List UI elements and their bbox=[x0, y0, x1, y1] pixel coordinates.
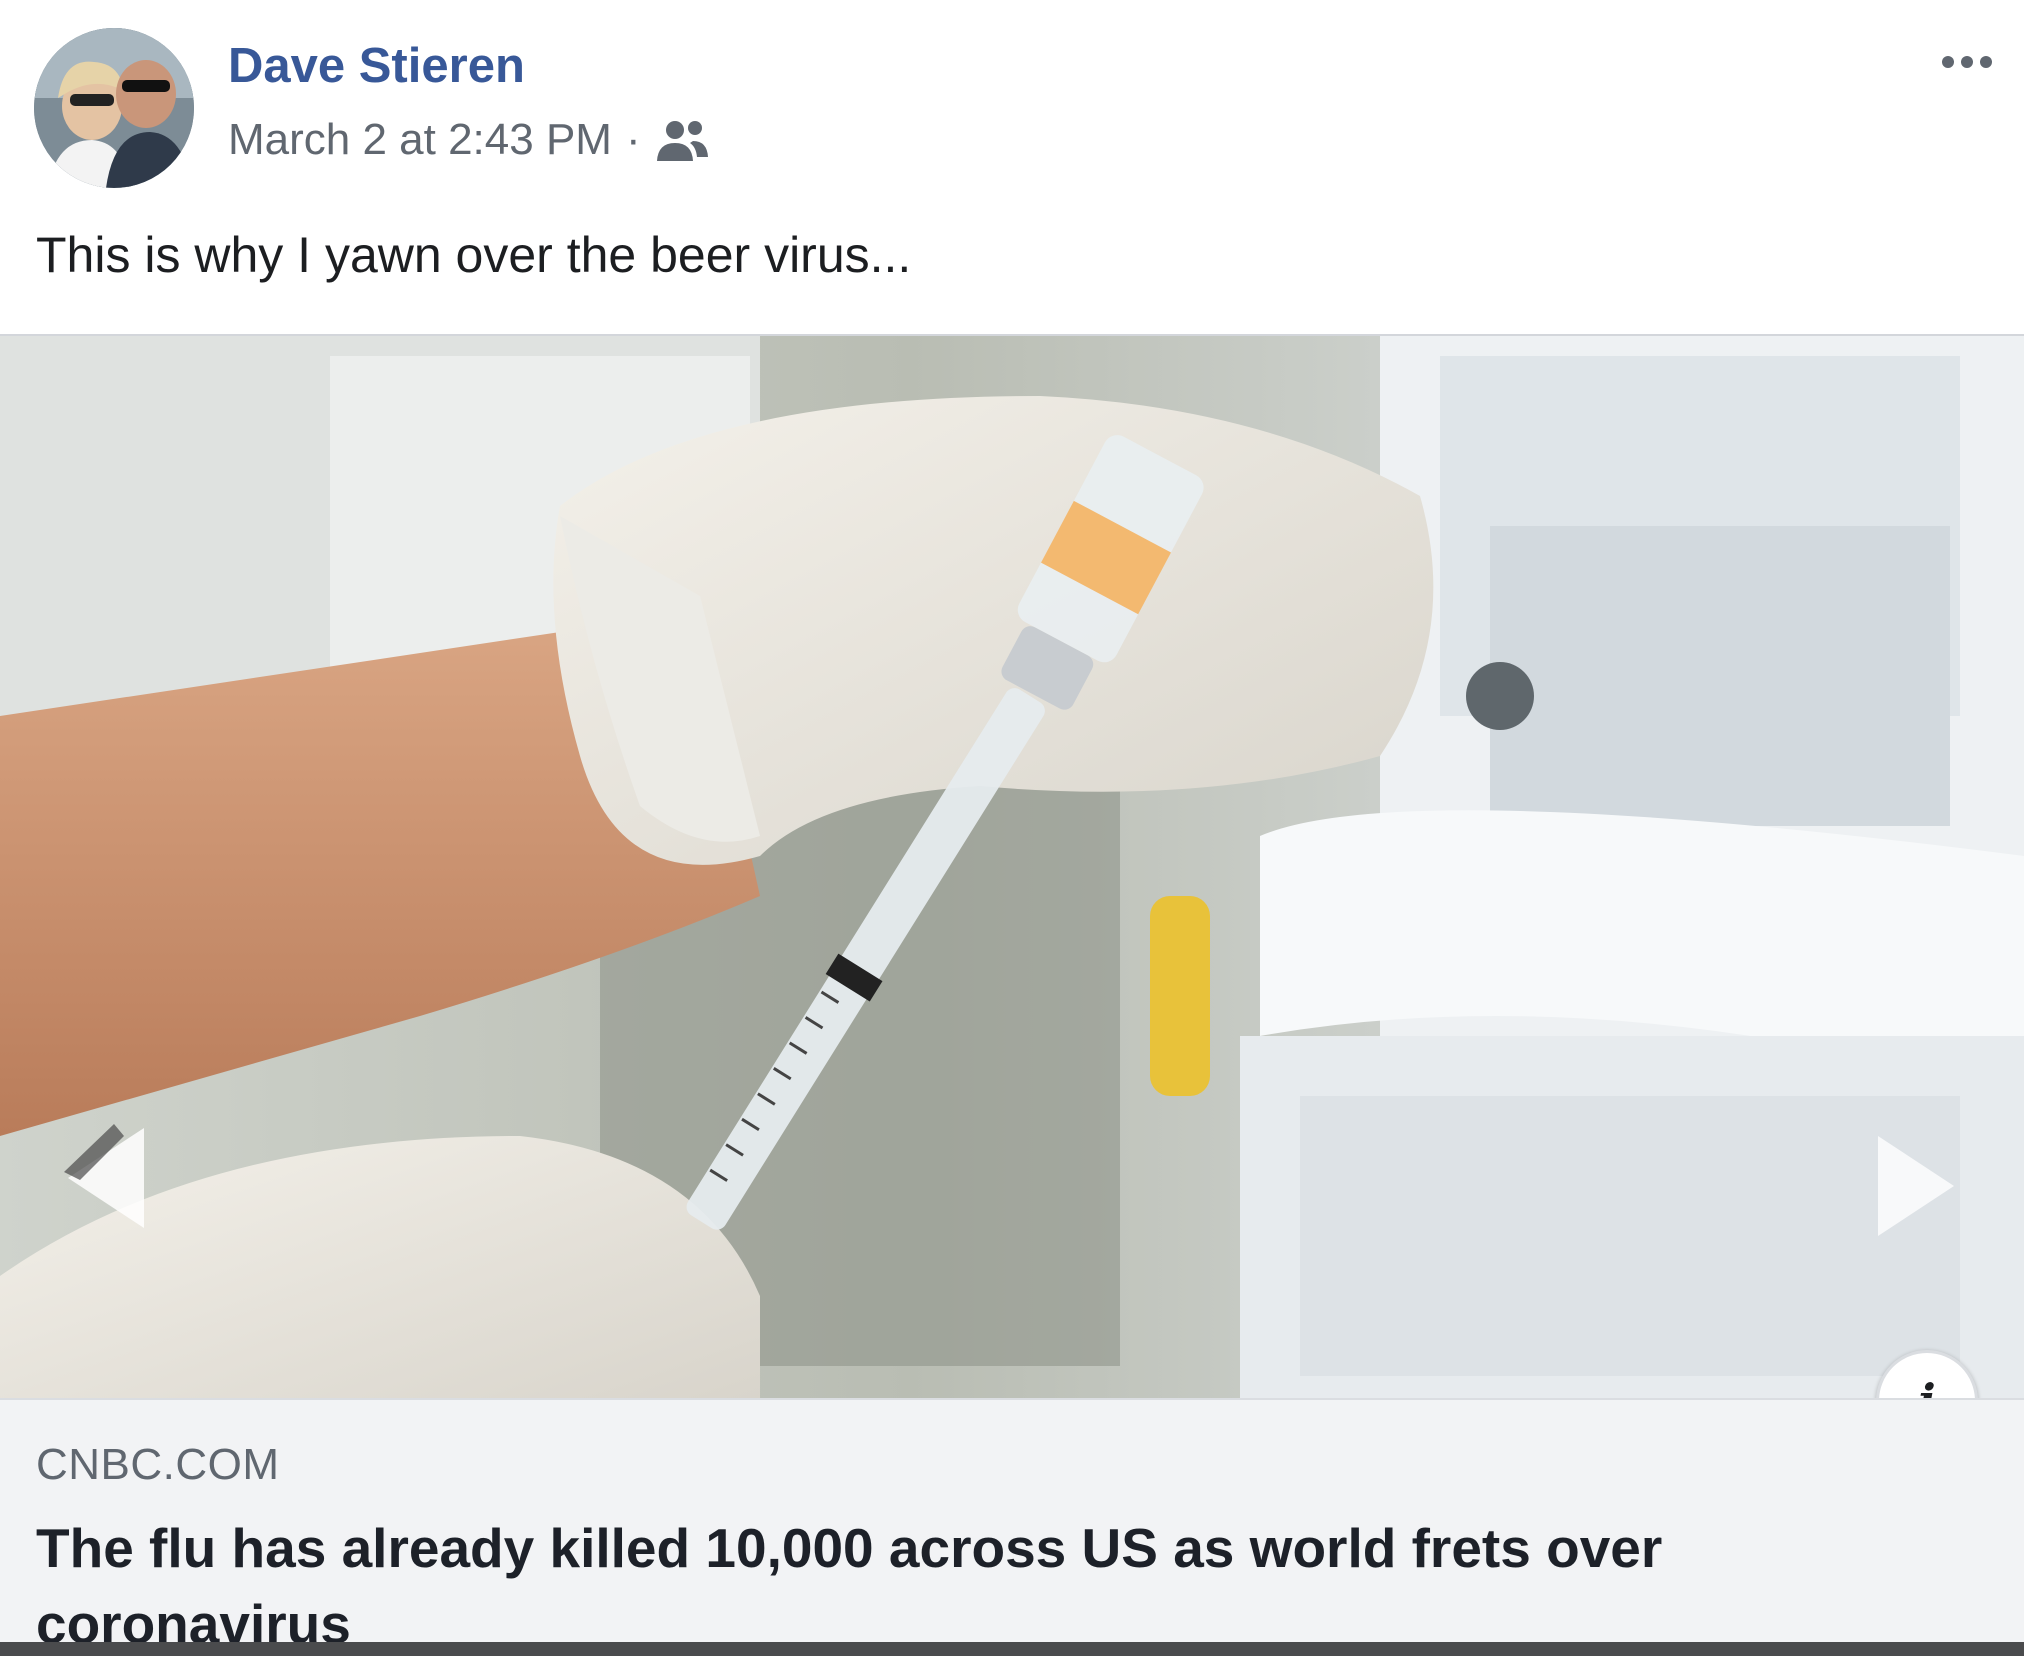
link-preview[interactable]: CNBC.COM The flu has already killed 10,0… bbox=[0, 1398, 2024, 1655]
bottom-divider bbox=[0, 1642, 2024, 1656]
chevron-left-icon[interactable] bbox=[50, 1118, 150, 1238]
avatar[interactable] bbox=[34, 28, 194, 188]
post-photo[interactable] bbox=[0, 334, 2024, 1400]
author-name[interactable]: Dave Stieren bbox=[228, 38, 525, 94]
friends-icon[interactable] bbox=[655, 117, 709, 163]
post-meta: March 2 at 2:43 PM · bbox=[228, 115, 709, 165]
chevron-right-icon[interactable] bbox=[1870, 1126, 1970, 1246]
syringe-vial-photo bbox=[0, 336, 2024, 1400]
meta-separator: · bbox=[625, 115, 641, 164]
post-text: This is why I yawn over the beer virus..… bbox=[36, 227, 912, 283]
post-header: Dave Stieren March 2 at 2:43 PM · This i… bbox=[0, 0, 2024, 330]
link-domain: CNBC.COM bbox=[36, 1440, 280, 1489]
post-timestamp[interactable]: March 2 at 2:43 PM bbox=[228, 115, 612, 165]
ellipsis-icon[interactable] bbox=[1932, 42, 2002, 82]
link-title[interactable]: The flu has already killed 10,000 across… bbox=[36, 1510, 1976, 1662]
